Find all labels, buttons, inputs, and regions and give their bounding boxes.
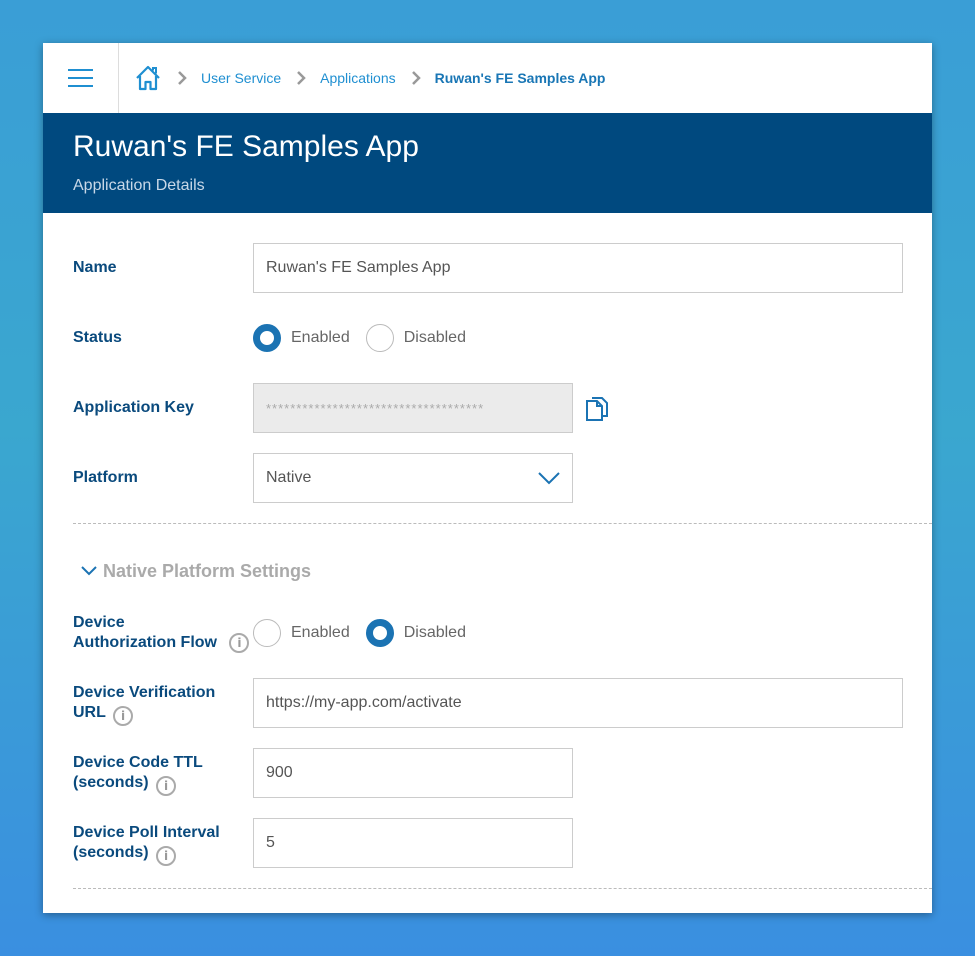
breadcrumb-applications[interactable]: Applications: [320, 70, 396, 86]
application-key-field: ************************************: [253, 383, 573, 433]
native-settings-title: Native Platform Settings: [103, 560, 312, 581]
section-divider: [73, 523, 932, 524]
radio-checked-icon: [253, 324, 281, 352]
platform-row: Platform Native: [73, 453, 932, 503]
platform-select[interactable]: Native: [253, 453, 573, 503]
page-subtitle: Application Details: [73, 177, 205, 194]
platform-label: Platform: [73, 469, 138, 486]
poll-interval-row: Device Poll Interval (seconds) 5 i: [73, 818, 932, 868]
radio-checked-icon: [365, 619, 394, 647]
menu-button[interactable]: [43, 43, 119, 113]
device-auth-enabled-label: Enabled: [291, 624, 350, 641]
page-title: Ruwan's FE Samples App: [73, 130, 419, 163]
section-divider: [73, 888, 932, 889]
status-radio-group: Enabled Disabled: [253, 324, 482, 352]
radio-unchecked-icon: [365, 324, 394, 352]
platform-select-value: Native: [266, 469, 312, 486]
form-content: Name Ruwan's FE Samples App Status Enabl…: [43, 213, 932, 889]
info-icon[interactable]: i: [229, 632, 250, 653]
verification-url-input[interactable]: https://my-app.com/activate: [253, 678, 903, 728]
breadcrumb-user-service[interactable]: User Service: [201, 70, 281, 86]
chevron-right-icon: [296, 71, 306, 85]
status-disabled-radio[interactable]: Disabled: [365, 324, 466, 352]
device-auth-flow-radio-group: Enabled Disabled: [253, 619, 482, 647]
name-row: Name Ruwan's FE Samples App: [73, 243, 932, 293]
chevron-down-icon: [81, 566, 97, 576]
device-auth-flow-label: Device Authorization Flow i: [73, 613, 253, 653]
code-ttl-input[interactable]: 900: [253, 748, 573, 798]
top-bar: User Service Applications Ruwan's FE Sam…: [43, 43, 932, 113]
info-icon[interactable]: i: [156, 846, 176, 866]
code-ttl-row: Device Code TTL (seconds) 900 i: [73, 748, 932, 798]
native-settings-toggle[interactable]: Native Platform Settings: [73, 547, 932, 595]
status-label: Status: [73, 329, 122, 346]
copy-icon: [586, 397, 608, 421]
device-auth-enabled-radio[interactable]: Enabled: [253, 619, 350, 647]
status-row: Status Enabled Disabled: [73, 313, 932, 363]
app-details-card: User Service Applications Ruwan's FE Sam…: [43, 43, 932, 913]
radio-unchecked-icon: [253, 619, 281, 647]
status-enabled-radio[interactable]: Enabled: [253, 324, 350, 352]
device-auth-disabled-label: Disabled: [403, 624, 466, 641]
name-label: Name: [73, 259, 117, 276]
status-enabled-label: Enabled: [291, 329, 350, 346]
chevron-right-icon: [411, 71, 421, 85]
application-key-row: Application Key ************************…: [73, 383, 932, 433]
breadcrumb-current: Ruwan's FE Samples App: [434, 70, 606, 86]
breadcrumb-home[interactable]: [134, 64, 162, 92]
info-icon[interactable]: i: [113, 706, 133, 726]
verification-url-label: Device Verification URL: [73, 684, 216, 721]
home-icon: [136, 65, 160, 91]
chevron-down-icon: [538, 471, 560, 485]
copy-key-button[interactable]: [585, 395, 609, 421]
chevron-right-icon: [177, 71, 187, 85]
breadcrumb: User Service Applications Ruwan's FE Sam…: [119, 43, 605, 113]
verification-url-row: Device Verification URL https://my-app.c…: [73, 678, 932, 728]
name-input[interactable]: Ruwan's FE Samples App: [253, 243, 903, 293]
device-auth-disabled-radio[interactable]: Disabled: [365, 619, 466, 647]
application-key-label: Application Key: [73, 399, 194, 416]
page-header: Ruwan's FE Samples App Application Detai…: [43, 113, 932, 213]
poll-interval-input[interactable]: 5: [253, 818, 573, 868]
info-icon[interactable]: i: [156, 776, 176, 796]
status-disabled-label: Disabled: [403, 329, 466, 346]
device-auth-flow-row: Device Authorization Flow i Enabled Disa…: [73, 598, 932, 668]
hamburger-icon: [67, 69, 93, 87]
